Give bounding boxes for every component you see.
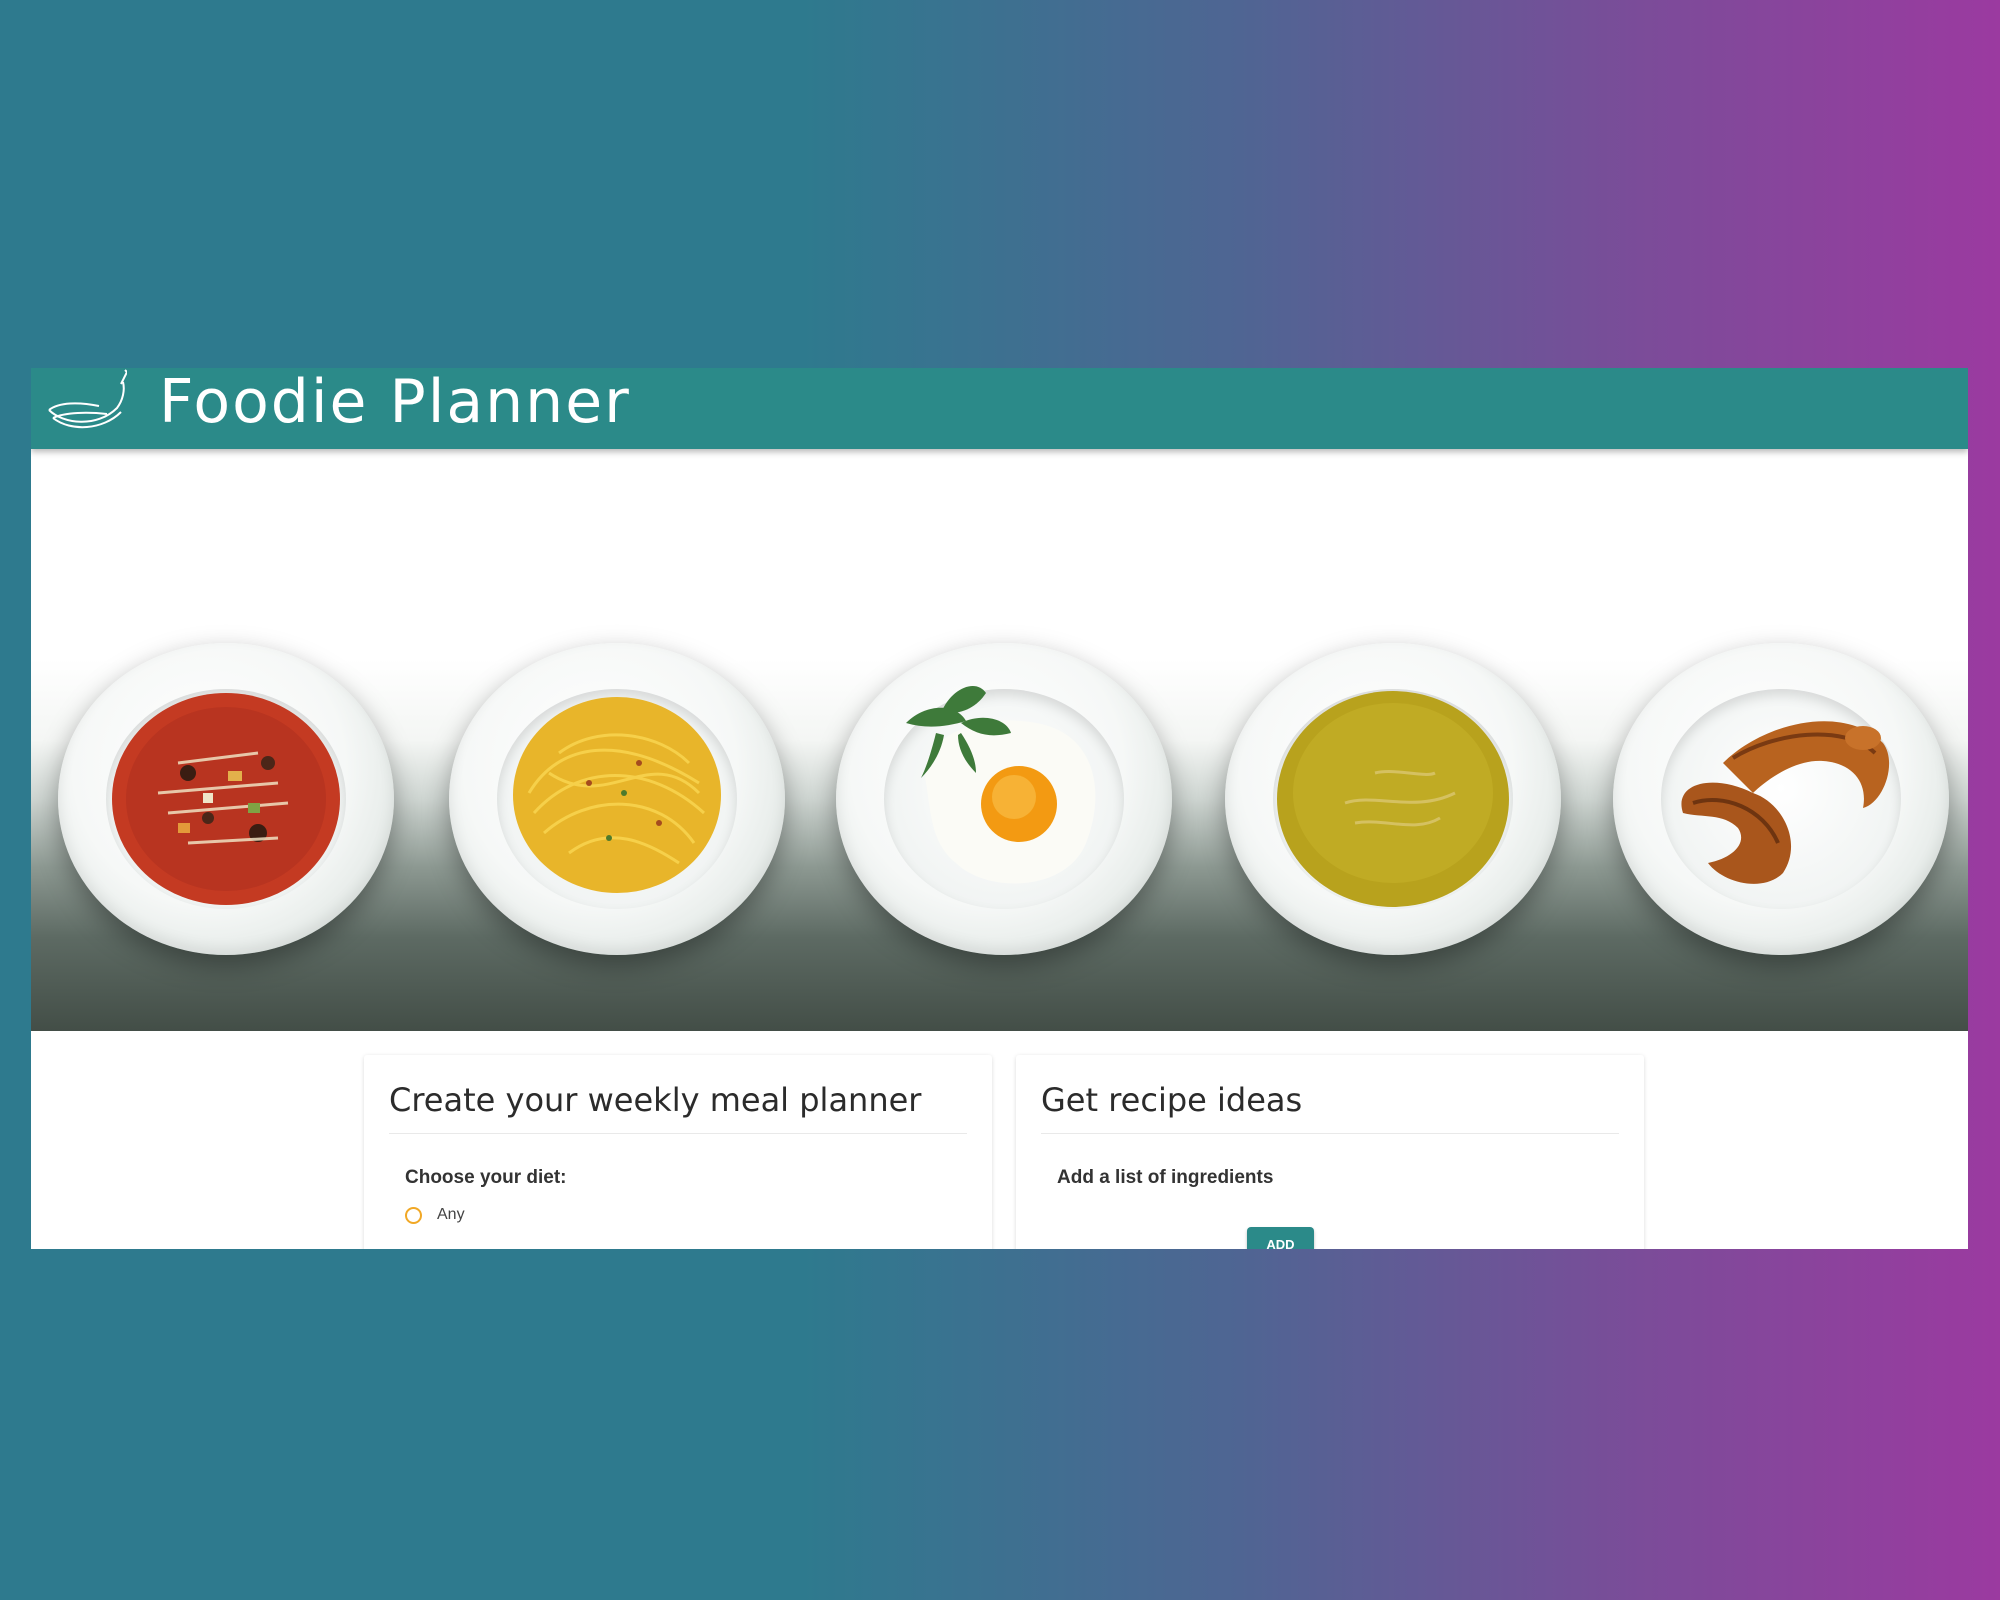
cream-soup-plate <box>1225 643 1561 955</box>
croissant-plate <box>1613 643 1949 955</box>
spaghetti-icon <box>513 697 721 893</box>
banana-icon <box>48 369 127 429</box>
diet-label: Choose your diet: <box>405 1167 567 1188</box>
card-divider <box>389 1133 967 1134</box>
minestrone-soup-icon <box>112 693 340 905</box>
app-header: Foodie Planner <box>31 368 1968 449</box>
card-divider <box>1041 1133 1619 1134</box>
fried-egg-icon <box>906 685 1096 884</box>
radio-button[interactable] <box>405 1207 422 1224</box>
add-ingredient-button[interactable]: ADD <box>1247 1227 1314 1249</box>
cream-soup-icon <box>1277 691 1509 907</box>
egg-plate <box>836 643 1172 955</box>
diet-option-label: Any <box>437 1206 465 1223</box>
spaghetti-plate <box>449 643 785 955</box>
meal-planner-card: Create your weekly meal planner Choose y… <box>364 1055 992 1249</box>
croissant-icon <box>1681 721 1890 884</box>
ingredients-label: Add a list of ingredients <box>1057 1167 1274 1188</box>
soup-plate <box>58 643 394 955</box>
recipe-ideas-card: Get recipe ideas Add a list of ingredien… <box>1016 1055 1644 1249</box>
recipe-ideas-title: Get recipe ideas <box>1041 1081 1303 1119</box>
app-title: Foodie Planner <box>159 368 631 437</box>
app-window: Foodie Planner Create your weekly meal p… <box>31 368 1968 1249</box>
hero-banner <box>31 449 1968 1031</box>
meal-planner-title: Create your weekly meal planner <box>389 1081 922 1119</box>
